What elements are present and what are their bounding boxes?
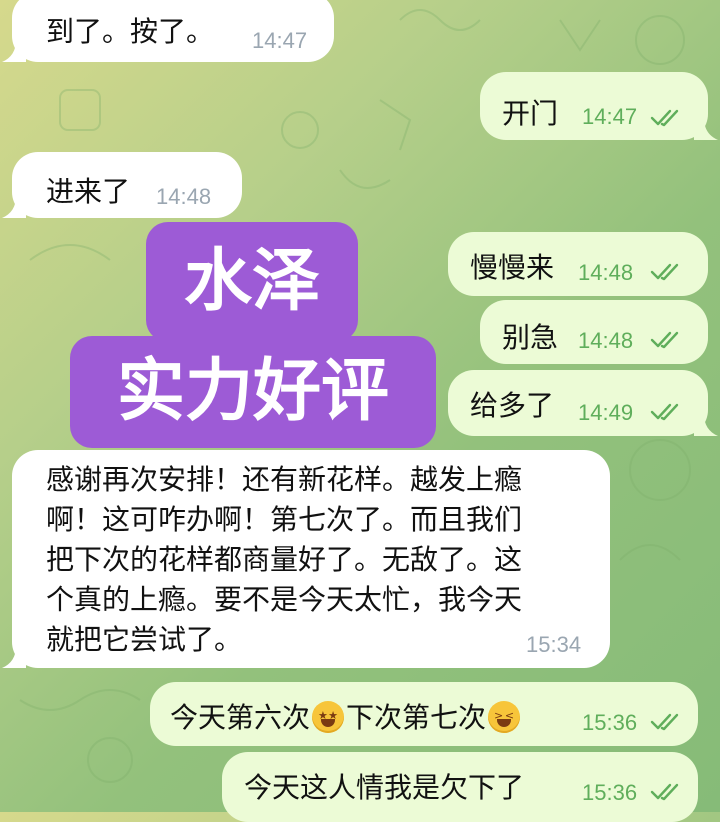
message-text-part: 下次第七次 (346, 701, 487, 734)
message-text: 今天第六次 ★ ★ 下次第七次 > < (170, 696, 522, 736)
message-text-part: 今天第六次 (170, 701, 311, 734)
overlay-badge-bottom: 实力好评 (70, 336, 436, 448)
double-check-icon (650, 263, 679, 281)
double-check-icon (650, 783, 679, 801)
message-bubble-outgoing[interactable]: 别急 14:48 (480, 300, 708, 364)
message-time: 15:34 (526, 632, 582, 657)
message-time: 14:48 (578, 328, 634, 353)
double-check-icon (650, 403, 679, 421)
message-bubble-outgoing[interactable]: 给多了 14:49 (448, 370, 718, 436)
overlay-text-line1: 水泽 (183, 242, 320, 321)
overlay-badge-top: 水泽 (146, 222, 358, 342)
message-time: 15:36 (582, 780, 638, 805)
message-text: 别急 (502, 321, 559, 354)
message-time: 14:47 (582, 104, 638, 129)
bubble-tail-icon (694, 414, 718, 436)
message-line: 啊！这可咋办啊！第七次了。而且我们 (46, 503, 523, 536)
message-bubble-incoming[interactable]: 到了。按了。 14:47 (2, 0, 334, 62)
double-check-icon (650, 713, 679, 731)
bubble-tail-icon (2, 196, 26, 218)
message-time: 15:36 (582, 710, 638, 735)
double-check-icon (650, 331, 679, 349)
message-text: 感谢再次安排！还有新花样。越发上瘾 啊！这可咋办啊！第七次了。而且我们 把下次的… (46, 460, 606, 660)
message-time: 14:49 (578, 400, 634, 425)
bubble-tail-icon (2, 40, 26, 62)
bubble-tail-icon (2, 646, 26, 668)
message-line: 就把它尝试了。 (46, 623, 243, 656)
message-text: 慢慢来 (470, 251, 555, 284)
message-time: 14:48 (578, 260, 634, 285)
message-bubble-outgoing[interactable]: 慢慢来 14:48 (448, 232, 708, 296)
message-text: 进来了 (46, 175, 131, 208)
message-text: 开门 (502, 97, 559, 130)
bubble-tail-icon (694, 118, 718, 140)
double-check-icon (650, 109, 679, 127)
message-bubble-outgoing[interactable]: 今天第六次 ★ ★ 下次第七次 > < 15:36 (150, 682, 698, 746)
message-time: 14:48 (156, 184, 212, 209)
message-line: 感谢再次安排！还有新花样。越发上瘾 (46, 463, 523, 496)
grinning-squinting-emoji-icon: > < (488, 701, 521, 733)
message-text: 到了。按了。 (46, 15, 215, 48)
overlay-text-line2: 实力好评 (116, 352, 389, 431)
message-line: 把下次的花样都商量好了。无敌了。这 (46, 543, 523, 576)
message-bubble-incoming[interactable]: 进来了 14:48 (2, 152, 242, 218)
message-time: 14:47 (252, 28, 308, 53)
message-bubble-outgoing[interactable]: 开门 14:47 (480, 72, 718, 140)
star-struck-emoji-icon: ★ ★ (312, 701, 345, 733)
message-text: 今天这人情我是欠下了 (244, 771, 525, 804)
message-bubble-incoming[interactable]: 感谢再次安排！还有新花样。越发上瘾 啊！这可咋办啊！第七次了。而且我们 把下次的… (2, 450, 610, 668)
message-text: 给多了 (470, 389, 555, 422)
message-line: 个真的上瘾。要不是今天太忙，我今天 (46, 583, 523, 616)
